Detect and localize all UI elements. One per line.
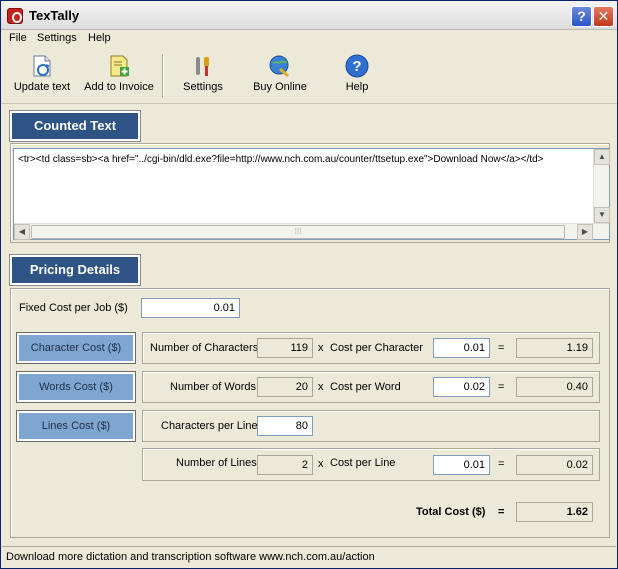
equals-sign: =	[498, 342, 505, 354]
invoice-add-icon	[107, 54, 131, 78]
cost-per-line-label: Cost per Line	[330, 457, 396, 469]
buy-online-label: Buy Online	[253, 81, 307, 93]
svg-text:?: ?	[352, 58, 361, 75]
total-cost-value: 1.62	[516, 502, 593, 522]
buy-online-button[interactable]: Buy Online	[248, 54, 312, 100]
total-equals-sign: =	[498, 506, 505, 518]
character-total-value: 1.19	[516, 338, 593, 358]
update-text-button[interactable]: Update text	[9, 54, 75, 100]
lines-cost-button[interactable]: Lines Cost ($)	[16, 410, 136, 442]
horizontal-scrollbar[interactable]: ◀ ⁞⁞⁞ ▶	[14, 223, 609, 240]
toolbar-separator	[162, 54, 164, 98]
words-total-value: 0.40	[516, 377, 593, 397]
globe-key-icon	[268, 54, 292, 78]
scroll-thumb[interactable]: ⁞⁞⁞	[31, 225, 565, 239]
times-sign: x	[318, 342, 324, 354]
characters-per-line-label: Characters per Line	[161, 420, 258, 432]
title-bar: TexTally ? ✕	[1, 1, 617, 30]
words-cost-button[interactable]: Words Cost ($)	[16, 371, 136, 403]
toolbar: Update text Add to Invoice Settings Buy …	[1, 48, 617, 104]
total-cost-label: Total Cost ($)	[416, 506, 486, 518]
scroll-right-icon[interactable]: ▶	[577, 224, 593, 240]
menu-bar: File Settings Help	[1, 30, 617, 48]
cost-per-character-input[interactable]: 0.01	[433, 338, 490, 358]
counted-text-area[interactable]: <tr><td class=sb><a href="../cgi-bin/dld…	[13, 148, 610, 240]
times-sign: x	[318, 381, 324, 393]
settings-button[interactable]: Settings	[177, 54, 229, 100]
cost-per-character-label: Cost per Character	[330, 342, 423, 354]
add-to-invoice-label: Add to Invoice	[84, 81, 154, 93]
number-of-lines-label: Number of Lines	[176, 457, 257, 469]
times-sign: x	[318, 458, 324, 470]
scroll-up-icon[interactable]: ▲	[594, 149, 610, 165]
scroll-down-icon[interactable]: ▼	[594, 207, 610, 223]
settings-label: Settings	[183, 81, 223, 93]
menu-file[interactable]: File	[9, 32, 27, 44]
number-of-words-label: Number of Words	[170, 381, 256, 393]
scroll-left-icon[interactable]: ◀	[14, 224, 30, 240]
pricing-details-tab: Pricing Details	[9, 254, 141, 286]
character-cost-button[interactable]: Character Cost ($)	[16, 332, 136, 364]
question-mark-icon: ?	[345, 54, 369, 78]
menu-help[interactable]: Help	[88, 32, 111, 44]
update-text-label: Update text	[13, 81, 71, 93]
status-bar: Download more dictation and transcriptio…	[2, 546, 616, 568]
tools-icon	[191, 54, 215, 78]
app-logo-icon	[7, 8, 23, 24]
vertical-scrollbar[interactable]: ▲ ▼	[593, 149, 610, 224]
number-of-characters-value: 119	[257, 338, 313, 358]
counted-text-tab: Counted Text	[9, 110, 141, 142]
fixed-cost-input[interactable]: 0.01	[141, 298, 240, 318]
app-window: TexTally ? ✕ File Settings Help Update t…	[0, 0, 618, 569]
equals-sign: =	[498, 381, 505, 393]
number-of-words-value: 20	[257, 377, 313, 397]
lines-total-value: 0.02	[516, 455, 593, 475]
document-refresh-icon	[30, 54, 54, 78]
close-icon[interactable]: ✕	[593, 6, 614, 27]
window-title: TexTally	[29, 8, 80, 23]
fixed-cost-label: Fixed Cost per Job ($)	[19, 302, 128, 314]
equals-sign: =	[498, 458, 505, 470]
menu-settings[interactable]: Settings	[37, 32, 77, 44]
number-of-lines-value: 2	[257, 455, 313, 475]
cost-per-line-input[interactable]: 0.01	[433, 455, 490, 475]
help-icon[interactable]: ?	[571, 6, 592, 27]
counted-text-content: <tr><td class=sb><a href="../cgi-bin/dld…	[18, 154, 544, 165]
cost-per-word-input[interactable]: 0.02	[433, 377, 490, 397]
help-label: Help	[345, 81, 369, 93]
help-button[interactable]: ? Help	[337, 54, 377, 100]
add-to-invoice-button[interactable]: Add to Invoice	[81, 54, 157, 100]
cost-per-word-label: Cost per Word	[330, 381, 401, 393]
number-of-characters-label: Number of Characters	[150, 342, 259, 354]
characters-per-line-input[interactable]: 80	[257, 416, 313, 436]
